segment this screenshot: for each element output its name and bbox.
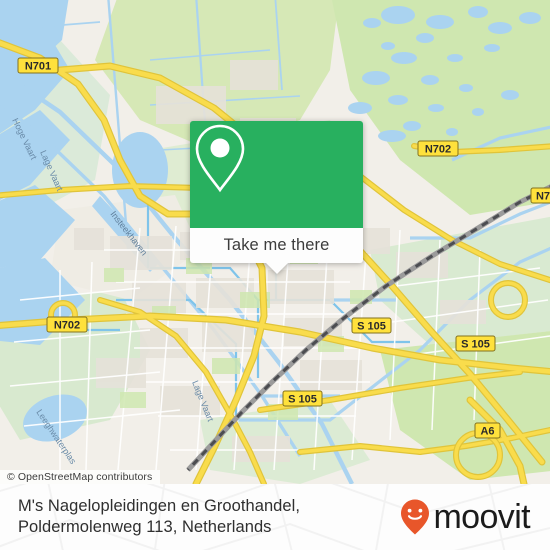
moovit-wordmark: moovit xyxy=(433,498,530,536)
osm-attribution: © OpenStreetMap contributors xyxy=(0,470,161,484)
place-address: M's Nagelopleidingen en Groothandel, Pol… xyxy=(18,496,300,538)
take-me-there-callout[interactable]: Take me there xyxy=(190,121,363,274)
road-shield-label: N7 xyxy=(536,190,550,202)
callout-icon-area xyxy=(190,121,363,228)
road-shield: A6 xyxy=(474,422,501,439)
road-shield-label: N701 xyxy=(25,60,51,72)
footer-bar: M's Nagelopleidingen en Groothandel, Pol… xyxy=(0,484,550,550)
moovit-pin-smiley-icon xyxy=(401,499,430,535)
road-shield-label: N702 xyxy=(54,319,80,331)
moovit-map-share-card: Hoge Vaart Lage Vaart Insteekhaven Lage … xyxy=(0,0,550,550)
road-shield-label: A6 xyxy=(480,425,494,437)
footer-content: M's Nagelopleidingen en Groothandel, Pol… xyxy=(0,484,550,550)
road-shield: N702 xyxy=(417,140,459,157)
road-shield-label: N702 xyxy=(425,143,451,155)
osm-attribution-text: © OpenStreetMap contributors xyxy=(7,471,153,483)
road-shield: N7 xyxy=(530,187,550,204)
road-shield: N702 xyxy=(46,316,88,333)
road-shield-label: S 105 xyxy=(461,338,490,350)
take-me-there-label: Take me there xyxy=(223,236,330,254)
map-pin-icon xyxy=(195,124,245,193)
road-shield: N701 xyxy=(17,57,59,74)
road-shield-label: S 105 xyxy=(357,320,386,332)
map-canvas[interactable]: Hoge Vaart Lage Vaart Insteekhaven Lage … xyxy=(0,0,550,484)
road-shield-label: S 105 xyxy=(288,393,317,405)
road-shield: S 105 xyxy=(455,335,496,352)
moovit-logo[interactable]: moovit xyxy=(400,498,536,536)
road-shield: S 105 xyxy=(282,390,323,407)
callout-action[interactable]: Take me there xyxy=(190,228,363,274)
callout-pointer xyxy=(265,263,288,274)
road-shield: S 105 xyxy=(351,317,392,334)
place-name-line: M's Nagelopleidingen en Groothandel, xyxy=(18,497,300,515)
place-address-line: Poldermolenweg 113, Netherlands xyxy=(18,518,272,536)
